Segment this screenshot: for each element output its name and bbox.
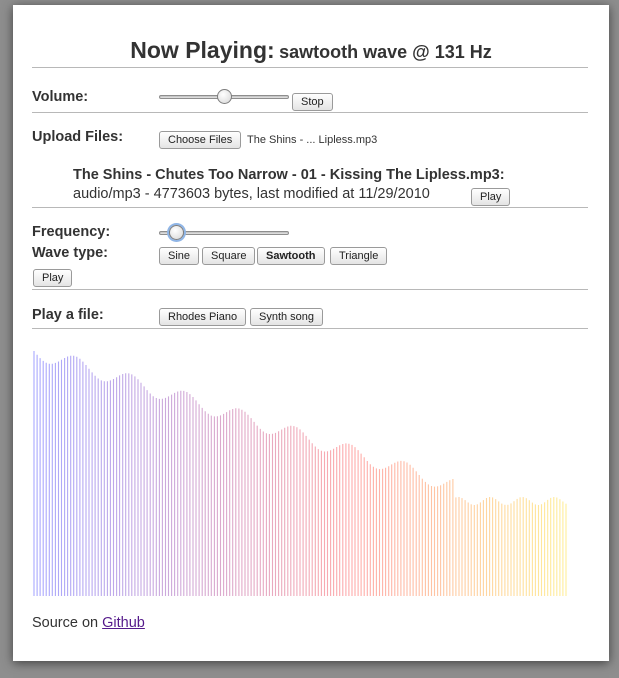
upload-files-label: Upload Files:: [32, 129, 124, 145]
file-title: The Shins - Chutes Too Narrow - 01 - Kis…: [73, 167, 505, 183]
page-title: Now Playing: sawtooth wave @ 131 Hz: [13, 37, 609, 64]
rhodes-piano-button[interactable]: Rhodes Piano: [159, 308, 247, 326]
divider: [32, 112, 588, 113]
github-link[interactable]: Github: [102, 615, 145, 631]
frequency-slider-thumb[interactable]: [168, 225, 184, 240]
chosen-file-name: The Shins - ... Lipless.mp3: [247, 134, 378, 146]
wave-type-label: Wave type:: [32, 245, 109, 261]
stop-button[interactable]: Stop: [292, 93, 333, 111]
wave-sine-button[interactable]: Sine: [159, 247, 200, 265]
wave-sawtooth-button[interactable]: Sawtooth: [257, 247, 325, 265]
divider: [32, 67, 588, 68]
wave-square-button[interactable]: Square: [202, 247, 256, 265]
frequency-slider[interactable]: [159, 225, 289, 241]
file-play-button[interactable]: Play: [471, 188, 511, 206]
divider: [32, 207, 588, 208]
volume-slider[interactable]: [159, 89, 289, 105]
footer-prefix: Source on: [32, 615, 99, 631]
frequency-label: Frequency:: [32, 224, 111, 240]
file-meta: audio/mp3 - 4773603 bytes, last modified…: [73, 186, 430, 202]
wave-triangle-button[interactable]: Triangle: [330, 247, 388, 265]
synth-play-button[interactable]: Play: [33, 269, 73, 287]
volume-label: Volume:: [32, 89, 89, 105]
waveform-visualizer: [33, 351, 567, 596]
divider: [32, 328, 588, 329]
divider: [32, 289, 588, 290]
choose-files-button[interactable]: Choose Files: [159, 131, 242, 149]
footer: Source on Github: [32, 615, 145, 631]
now-playing-label: Now Playing:: [130, 37, 275, 63]
volume-slider-thumb[interactable]: [217, 89, 232, 104]
play-a-file-label: Play a file:: [32, 307, 104, 323]
app-window: Now Playing: sawtooth wave @ 131 Hz Volu…: [13, 5, 609, 661]
now-playing-track: sawtooth wave @ 131 Hz: [279, 42, 492, 62]
synth-song-button[interactable]: Synth song: [250, 308, 324, 326]
